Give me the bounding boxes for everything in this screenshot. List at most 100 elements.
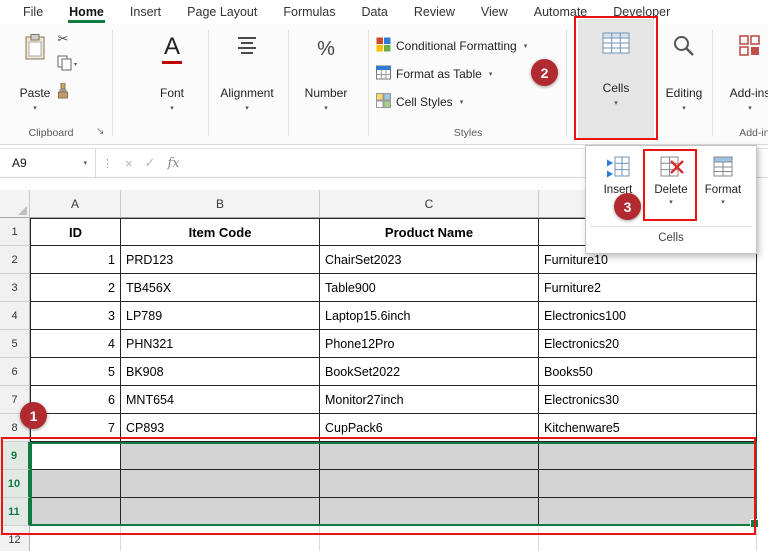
cell-B5[interactable]: PHN321 — [121, 330, 320, 358]
menu-group-label: Cells — [586, 232, 756, 244]
row-header-4[interactable]: 4 — [0, 302, 30, 330]
row-header-1[interactable]: 1 — [0, 218, 30, 246]
cell-A6[interactable]: 5 — [30, 358, 121, 386]
row-header-12[interactable]: 12 — [0, 526, 30, 551]
alignment-group-button[interactable]: Alignment ▾ — [214, 28, 280, 128]
tab-home[interactable]: Home — [56, 1, 117, 23]
cell-D3[interactable]: Furniture2 — [539, 274, 757, 302]
cell-D10[interactable] — [539, 470, 757, 498]
cell-A11[interactable] — [30, 498, 121, 526]
tab-page-layout[interactable]: Page Layout — [174, 1, 270, 23]
tab-formulas[interactable]: Formulas — [270, 1, 348, 23]
copy-button[interactable]: ▾ — [50, 54, 84, 74]
cell-B6[interactable]: BK908 — [121, 358, 320, 386]
cell-B8[interactable]: CP893 — [121, 414, 320, 442]
conditional-formatting-button[interactable]: Conditional Formatting ▾ — [376, 36, 527, 56]
menu-item-delete[interactable]: Delete ▾ — [646, 151, 696, 223]
cell-D11[interactable] — [539, 498, 757, 526]
cells-group-button[interactable]: Cells ▾ — [578, 19, 654, 138]
row-header-9[interactable]: 9 — [0, 442, 30, 470]
cell-A10[interactable] — [30, 470, 121, 498]
cell-A9[interactable] — [30, 442, 121, 470]
percent-icon: % — [294, 34, 358, 64]
cell-D5[interactable]: Electronics20 — [539, 330, 757, 358]
chevron-down-icon: ▾ — [718, 104, 768, 112]
select-all-corner[interactable] — [0, 190, 30, 218]
name-box-value: A9 — [12, 156, 27, 170]
column-header-C[interactable]: C — [320, 190, 539, 218]
format-as-table-button[interactable]: Format as Table ▾ — [376, 64, 492, 84]
cells-dropdown-menu: Insert ▾ Delete ▾ Format — [585, 145, 757, 254]
row-header-10[interactable]: 10 — [0, 470, 30, 498]
chevron-down-icon: ▾ — [74, 61, 77, 68]
cell-D7[interactable]: Electronics30 — [539, 386, 757, 414]
cell-A4[interactable]: 3 — [30, 302, 121, 330]
cell-C7[interactable]: Monitor27inch — [320, 386, 539, 414]
cell-B9[interactable] — [121, 442, 320, 470]
excel-window: File Home Insert Page Layout Formulas Da… — [0, 0, 768, 551]
cell-D9[interactable] — [539, 442, 757, 470]
cell-C8[interactable]: CupPack6 — [320, 414, 539, 442]
cell-C5[interactable]: Phone12Pro — [320, 330, 539, 358]
chevron-down-icon: ▾ — [524, 42, 528, 50]
cell-D4[interactable]: Electronics100 — [539, 302, 757, 330]
number-group-button[interactable]: % Number ▾ — [294, 28, 358, 128]
editing-group-button[interactable]: Editing ▾ — [652, 28, 716, 128]
cell-B7[interactable]: MNT654 — [121, 386, 320, 414]
cell-B11[interactable] — [121, 498, 320, 526]
row-header-3[interactable]: 3 — [0, 274, 30, 302]
group-separator — [288, 30, 289, 136]
cell-A1[interactable]: ID — [30, 218, 121, 246]
editing-label: Editing — [652, 86, 716, 100]
cell-C12[interactable] — [320, 526, 539, 551]
font-group-button[interactable]: A Font ▾ — [140, 28, 204, 128]
cell-D12[interactable] — [539, 526, 757, 551]
menu-item-format[interactable]: Format ▾ — [698, 151, 748, 223]
cell-B4[interactable]: LP789 — [121, 302, 320, 330]
tab-view[interactable]: View — [468, 1, 521, 23]
row-header-2[interactable]: 2 — [0, 246, 30, 274]
cell-A2[interactable]: 1 — [30, 246, 121, 274]
row-header-6[interactable]: 6 — [0, 358, 30, 386]
format-painter-button[interactable] — [52, 82, 74, 102]
cell-B12[interactable] — [121, 526, 320, 551]
cell-C9[interactable] — [320, 442, 539, 470]
cell-C6[interactable]: BookSet2022 — [320, 358, 539, 386]
cut-button[interactable]: ✂ — [52, 29, 74, 49]
cell-C10[interactable] — [320, 470, 539, 498]
column-header-B[interactable]: B — [121, 190, 320, 218]
cell-A12[interactable] — [30, 526, 121, 551]
cell-B3[interactable]: TB456X — [121, 274, 320, 302]
cell-C4[interactable]: Laptop15.6inch — [320, 302, 539, 330]
column-header-A[interactable]: A — [30, 190, 121, 218]
cell-styles-label: Cell Styles — [396, 95, 453, 109]
cell-A3[interactable]: 2 — [30, 274, 121, 302]
dialog-launcher-icon[interactable]: ↘ — [96, 126, 104, 137]
row-header-11[interactable]: 11 — [0, 498, 30, 526]
row-header-5[interactable]: 5 — [0, 330, 30, 358]
cell-C11[interactable] — [320, 498, 539, 526]
cell-C3[interactable]: Table900 — [320, 274, 539, 302]
cell-D8[interactable]: Kitchenware5 — [539, 414, 757, 442]
cell-C2[interactable]: ChairSet2023 — [320, 246, 539, 274]
cell-styles-button[interactable]: Cell Styles ▾ — [376, 92, 463, 112]
tab-data[interactable]: Data — [348, 1, 400, 23]
enter-icon[interactable]: ✓ — [145, 155, 156, 171]
insert-function-icon[interactable]: fx — [168, 156, 180, 171]
tab-review[interactable]: Review — [401, 1, 468, 23]
formula-bar-splitter[interactable]: ⋮ — [102, 157, 113, 170]
cancel-icon[interactable]: × — [125, 156, 133, 171]
cell-D6[interactable]: Books50 — [539, 358, 757, 386]
cell-B1[interactable]: Item Code — [121, 218, 320, 246]
grid-rows: 1IDItem CodeProduct Name21PRD123ChairSet… — [0, 218, 768, 551]
addins-button[interactable]: Add-ins ▾ — [718, 28, 768, 128]
cell-C1[interactable]: Product Name — [320, 218, 539, 246]
name-box[interactable]: A9 ▾ — [0, 149, 96, 177]
chevron-down-icon: ▾ — [140, 104, 204, 112]
cell-A5[interactable]: 4 — [30, 330, 121, 358]
cell-B10[interactable] — [121, 470, 320, 498]
cell-B2[interactable]: PRD123 — [121, 246, 320, 274]
tab-insert[interactable]: Insert — [117, 1, 174, 23]
step-badge-2: 2 — [531, 59, 558, 86]
tab-file[interactable]: File — [10, 1, 56, 23]
